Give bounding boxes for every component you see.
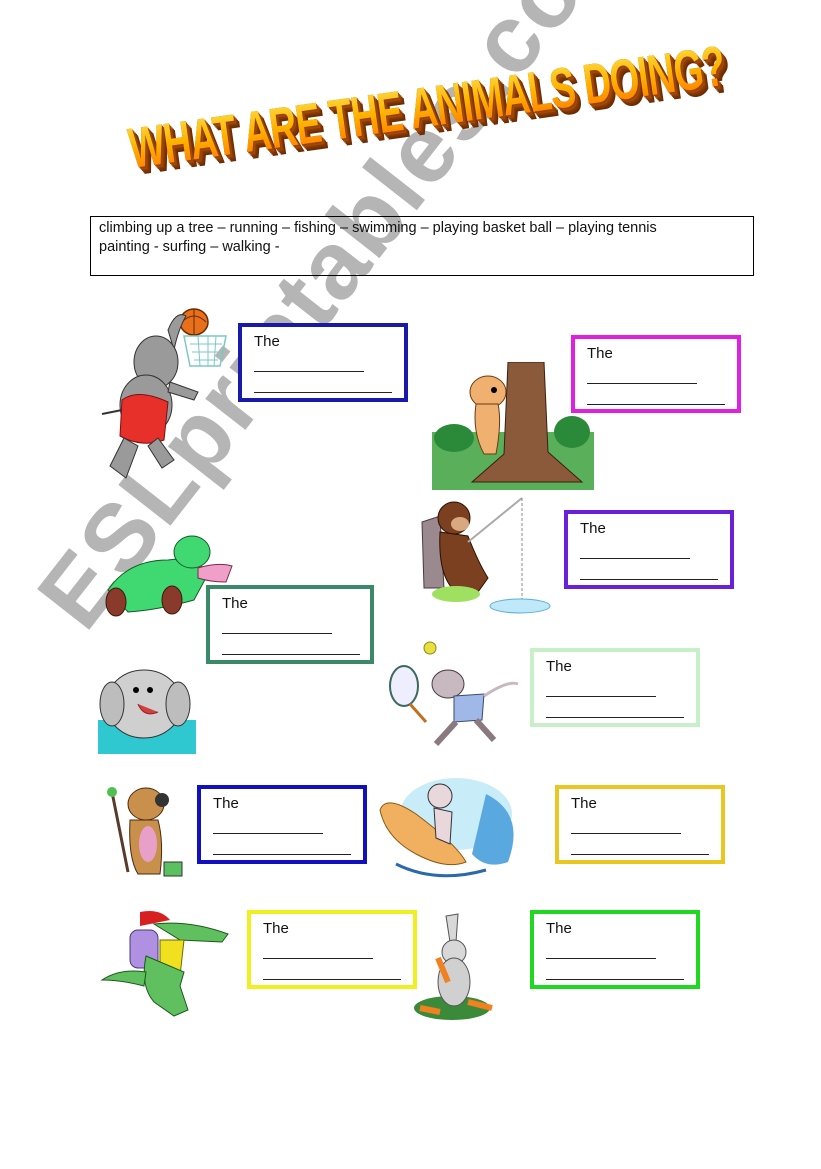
answer-line-2[interactable] xyxy=(546,963,684,980)
elephant-swimming-picture xyxy=(98,664,196,754)
answer-box-2[interactable]: The xyxy=(571,335,741,413)
answer-line-2[interactable] xyxy=(580,563,718,580)
answer-prompt: The xyxy=(571,795,597,812)
answer-box-3[interactable]: The xyxy=(564,510,734,589)
title-text: WHAT ARE THE ANIMALS DOING? xyxy=(125,35,729,182)
word-bank-line-2: painting - surfing – walking - xyxy=(99,239,280,255)
answer-prompt: The xyxy=(254,333,280,350)
answer-line-2[interactable] xyxy=(587,388,725,405)
answer-box-8[interactable]: The xyxy=(247,910,417,989)
dog-painting-picture xyxy=(100,782,188,880)
answer-prompt: The xyxy=(546,658,572,675)
answer-prompt: The xyxy=(587,345,613,362)
rabbit-carrot-picture xyxy=(404,912,500,1022)
answer-box-5[interactable]: The xyxy=(530,648,700,727)
answer-line-1[interactable] xyxy=(587,367,697,384)
worksheet-page: ESLprintables.com WHAT ARE THE ANIMALS D… xyxy=(0,0,821,1169)
mouse-tennis-picture xyxy=(384,640,524,750)
mouse-surfing-picture xyxy=(376,774,522,884)
answer-box-7[interactable]: The xyxy=(555,785,725,864)
answer-line-1[interactable] xyxy=(254,355,364,372)
answer-box-1[interactable]: The xyxy=(238,323,408,402)
word-bank-line-1: climbing up a tree – running – fishing –… xyxy=(99,220,657,236)
answer-line-2[interactable] xyxy=(213,838,351,855)
crocodile-walking-picture xyxy=(100,906,234,1022)
answer-line-1[interactable] xyxy=(571,817,681,834)
answer-box-4[interactable]: The xyxy=(206,585,374,664)
hamster-tree-picture xyxy=(432,362,594,490)
worksheet-title: WHAT ARE THE ANIMALS DOING? WHAT ARE THE… xyxy=(125,36,729,220)
answer-prompt: The xyxy=(222,595,248,612)
answer-line-1[interactable] xyxy=(213,817,323,834)
answer-line-1[interactable] xyxy=(546,942,656,959)
answer-line-1[interactable] xyxy=(580,542,690,559)
answer-line-1[interactable] xyxy=(222,617,332,634)
answer-line-1[interactable] xyxy=(546,680,656,697)
answer-line-1[interactable] xyxy=(263,942,373,959)
answer-line-2[interactable] xyxy=(222,638,360,655)
monkey-fishing-picture xyxy=(418,492,558,616)
word-bank: climbing up a tree – running – fishing –… xyxy=(90,216,754,276)
answer-line-2[interactable] xyxy=(571,838,709,855)
answer-prompt: The xyxy=(263,920,289,937)
answer-line-2[interactable] xyxy=(263,963,401,980)
answer-line-2[interactable] xyxy=(546,701,684,718)
answer-line-2[interactable] xyxy=(254,376,392,393)
answer-box-9[interactable]: The xyxy=(530,910,700,989)
answer-prompt: The xyxy=(213,795,239,812)
answer-prompt: The xyxy=(580,520,606,537)
elephant-basketball-picture xyxy=(98,300,238,490)
answer-box-6[interactable]: The xyxy=(197,785,367,864)
answer-prompt: The xyxy=(546,920,572,937)
